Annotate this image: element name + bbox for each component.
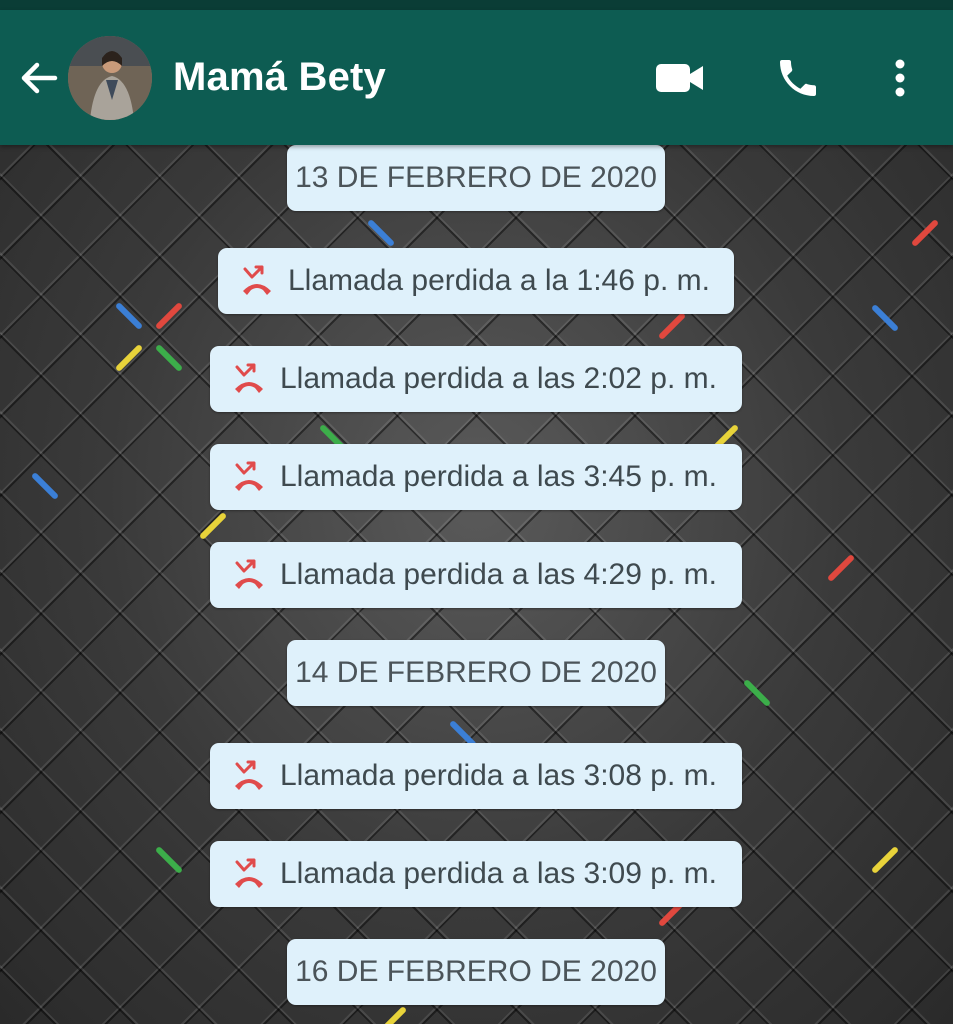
wallpaper-dash xyxy=(154,343,184,373)
date-label: 13 DE FEBRERO DE 2020 xyxy=(295,161,657,194)
more-options-icon xyxy=(895,59,905,97)
missed-call-notice[interactable]: Llamada perdida a las 3:45 p. m. xyxy=(210,444,742,510)
date-label: 14 DE FEBRERO DE 2020 xyxy=(295,656,657,689)
wallpaper-dash xyxy=(114,301,144,331)
missed-call-notice[interactable]: Llamada perdida a la 1:46 p. m. xyxy=(218,248,734,314)
missed-call-text: Llamada perdida a las 3:09 p. m. xyxy=(280,857,717,890)
wallpaper-dash xyxy=(366,218,396,248)
more-options-button[interactable] xyxy=(872,50,928,106)
missed-call-notice[interactable]: Llamada perdida a las 2:02 p. m. xyxy=(210,346,742,412)
missed-call-text: Llamada perdida a las 4:29 p. m. xyxy=(280,558,717,591)
missed-call-notice[interactable]: Llamada perdida a las 3:09 p. m. xyxy=(210,841,742,907)
status-bar xyxy=(0,0,953,10)
missed-call-text: Llamada perdida a las 3:08 p. m. xyxy=(280,759,717,792)
missed-call-icon xyxy=(240,264,274,298)
missed-call-notice[interactable]: Llamada perdida a las 4:29 p. m. xyxy=(210,542,742,608)
date-separator: 14 DE FEBRERO DE 2020 xyxy=(287,640,665,706)
wallpaper-dash xyxy=(154,301,184,331)
chat-area[interactable]: 13 DE FEBRERO DE 2020 Llamada perdida a … xyxy=(0,145,953,1024)
wallpaper-dash xyxy=(870,845,900,875)
back-arrow-icon xyxy=(21,62,58,94)
avatar[interactable] xyxy=(68,36,152,120)
wallpaper-dash xyxy=(198,511,228,541)
missed-call-text: Llamada perdida a la 1:46 p. m. xyxy=(288,264,710,297)
missed-call-notice[interactable]: Llamada perdida a las 3:08 p. m. xyxy=(210,743,742,809)
missed-call-text: Llamada perdida a las 3:45 p. m. xyxy=(280,460,717,493)
contact-photo xyxy=(68,36,152,120)
wallpaper-dash xyxy=(154,845,184,875)
wallpaper-dash xyxy=(114,343,144,373)
voice-call-button[interactable] xyxy=(770,50,826,106)
date-separator: 13 DE FEBRERO DE 2020 xyxy=(287,145,665,211)
wallpaper-dash xyxy=(870,303,900,333)
missed-call-icon xyxy=(232,857,266,891)
wallpaper-dash xyxy=(742,678,772,708)
voice-call-icon xyxy=(780,60,816,96)
missed-call-icon xyxy=(232,759,266,793)
wallpaper-dash xyxy=(30,471,60,501)
video-call-icon xyxy=(656,64,703,92)
wallpaper-dash xyxy=(910,218,940,248)
wallpaper-dash xyxy=(826,553,856,583)
wallpaper-dash xyxy=(657,311,687,341)
missed-call-icon xyxy=(232,558,266,592)
video-call-button[interactable] xyxy=(652,50,708,106)
missed-call-icon xyxy=(232,460,266,494)
missed-call-icon xyxy=(232,362,266,396)
chat-header: Mamá Bety xyxy=(0,10,953,145)
contact-name[interactable]: Mamá Bety xyxy=(173,52,386,102)
missed-call-text: Llamada perdida a las 2:02 p. m. xyxy=(280,362,717,395)
back-button[interactable] xyxy=(14,53,64,103)
wallpaper-dash xyxy=(378,1005,408,1024)
date-separator: 16 DE FEBRERO DE 2020 xyxy=(287,939,665,1005)
date-label: 16 DE FEBRERO DE 2020 xyxy=(295,955,657,988)
